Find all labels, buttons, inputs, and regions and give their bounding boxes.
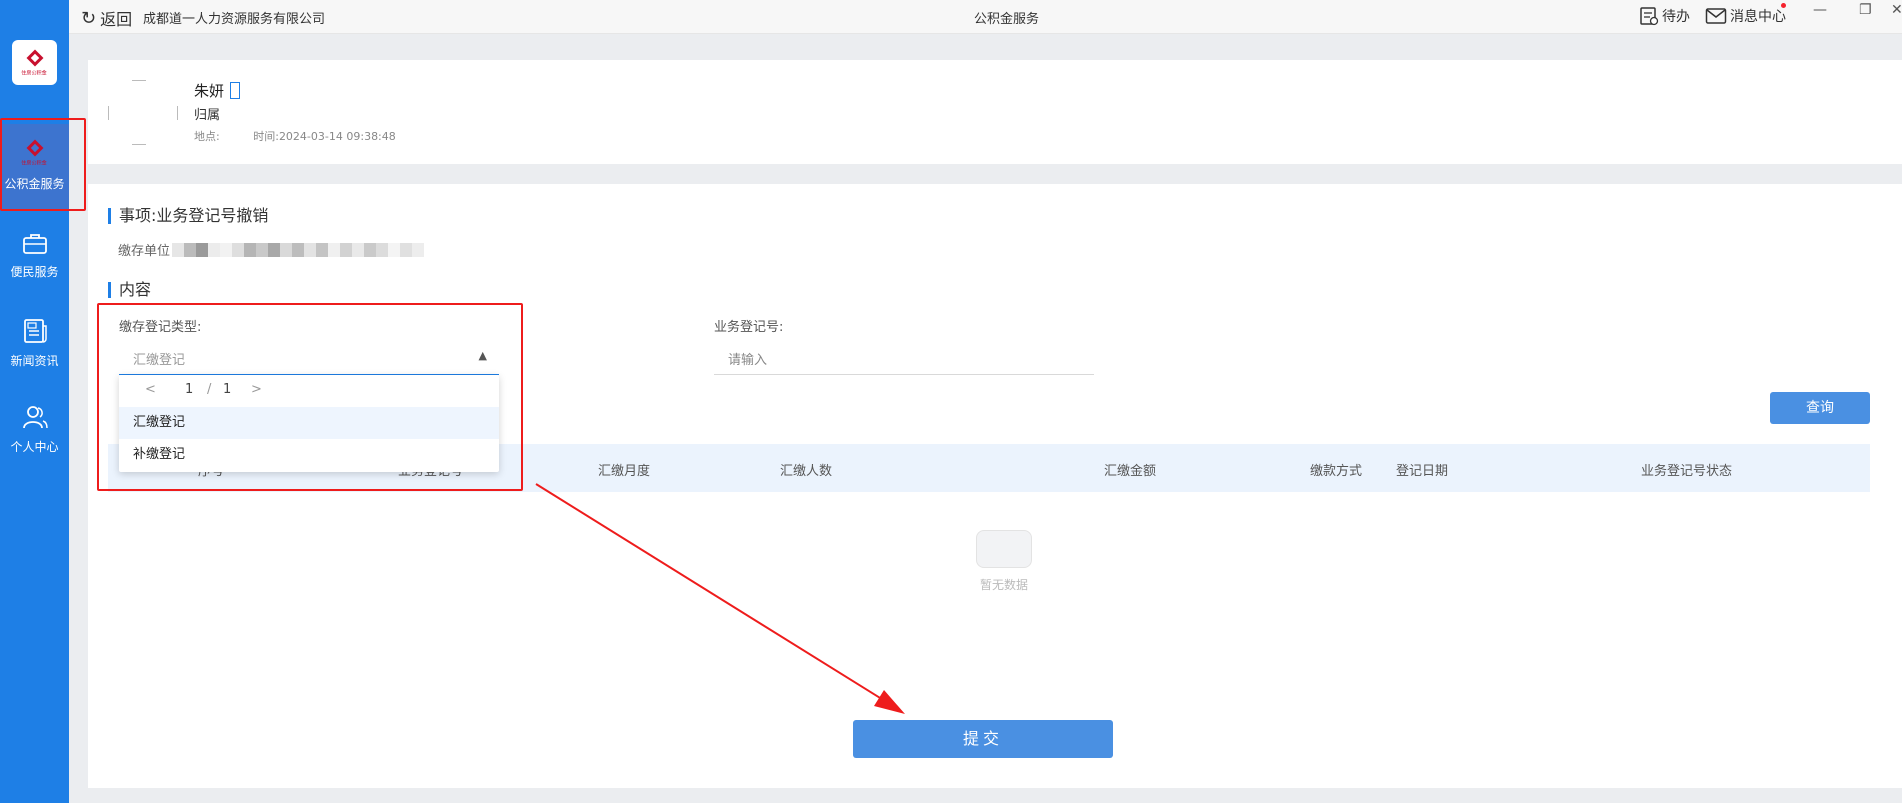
app-logo: 住房公积金 xyxy=(12,40,57,85)
page-separator: / xyxy=(207,382,212,397)
redacted-unit-name xyxy=(172,242,425,257)
registration-type-dropdown: < 1 / 1 > 汇缴登记 补缴登记 xyxy=(119,375,499,472)
profile-card: 朱妍 归属 地点: 时间:2024-03-14 09:38:48 xyxy=(88,60,1902,164)
unit-label: 缴存单位 xyxy=(118,244,171,259)
refresh-icon: ↻ xyxy=(81,7,97,29)
chevron-left-icon[interactable]: < xyxy=(145,382,156,397)
caret-up-icon: ▲ xyxy=(478,349,487,362)
column-header: 汇缴月度 xyxy=(598,464,651,479)
time-value: 2024-03-14 09:38:48 xyxy=(278,130,396,143)
option-normal-registration[interactable]: 汇缴登记 xyxy=(119,407,499,439)
location-label: 地点: xyxy=(194,130,220,143)
logo-diamond-icon xyxy=(26,49,43,67)
user-tag-icon xyxy=(230,82,241,99)
column-header: 登记日期 xyxy=(1396,464,1449,479)
registration-type-select[interactable]: 汇缴登记 ▲ xyxy=(119,341,499,375)
query-button[interactable]: 查询 xyxy=(1770,392,1870,424)
back-button[interactable]: ↻ 返回 xyxy=(81,6,132,30)
content-title: 内容 xyxy=(108,282,151,298)
empty-state: 暂无数据 xyxy=(964,530,1044,593)
user-belong: 归属 xyxy=(194,108,221,123)
column-header: 缴款方式 xyxy=(1310,464,1363,479)
column-header: 汇缴人数 xyxy=(780,464,833,479)
submit-button[interactable]: 提交 xyxy=(853,720,1113,758)
restore-icon[interactable]: ❐ xyxy=(1859,2,1872,18)
column-header: 业务登记号状态 xyxy=(1641,464,1733,479)
dropdown-pager: < 1 / 1 > xyxy=(119,375,499,407)
registration-number-input[interactable]: 请输入 xyxy=(714,341,1094,375)
close-icon[interactable]: ✕ xyxy=(1891,2,1902,18)
page-total: 1 xyxy=(223,382,232,397)
page-current: 1 xyxy=(185,382,194,397)
back-label: 返回 xyxy=(100,10,133,29)
empty-inbox-icon xyxy=(976,530,1032,568)
sidebar-item-label: 便民服务 xyxy=(10,264,59,279)
matter-title: 事项:业务登记号撤销 xyxy=(108,208,268,224)
input-placeholder: 请输入 xyxy=(728,353,768,368)
column-header: 汇缴金额 xyxy=(1104,464,1157,479)
window-title: 公积金服务 xyxy=(974,12,1040,27)
notification-dot xyxy=(1781,3,1786,8)
minimize-icon[interactable]: — xyxy=(1813,2,1827,18)
sidebar-item-label: 个人中心 xyxy=(10,439,59,454)
sidebar-item-personal[interactable]: 个人中心 xyxy=(0,386,69,472)
chevron-right-icon[interactable]: > xyxy=(251,382,262,397)
user-name: 朱妍 xyxy=(194,82,225,100)
news-icon xyxy=(23,318,47,343)
annotation-highlight-box xyxy=(0,118,86,211)
todo-label: 待办 xyxy=(1662,9,1690,25)
message-center-button[interactable]: 消息中心 xyxy=(1705,6,1786,26)
message-center-label: 消息中心 xyxy=(1730,9,1786,25)
main-card: 事项:业务登记号撤销 缴存单位 内容 缴存登记类型: 汇缴登记 ▲ < 1 / … xyxy=(88,184,1902,788)
user-icon xyxy=(22,405,48,428)
sidebar-item-label: 新闻资讯 xyxy=(10,353,59,368)
user-name-row: 朱妍 xyxy=(194,80,241,101)
empty-text: 暂无数据 xyxy=(979,578,1028,592)
mail-icon xyxy=(1705,8,1727,24)
select-value: 汇缴登记 xyxy=(133,353,186,368)
regno-label: 业务登记号: xyxy=(714,320,784,335)
user-meta: 地点: 时间:2024-03-14 09:38:48 xyxy=(194,128,396,144)
sidebar-item-convenience[interactable]: 便民服务 xyxy=(0,212,69,298)
briefcase-icon xyxy=(22,233,47,254)
title-bar: ↻ 返回 成都道一人力资源服务有限公司 公积金服务 待办 消息中心 — ❐ ✕ xyxy=(69,0,1902,34)
todo-icon xyxy=(1640,7,1659,26)
company-name: 成都道一人力资源服务有限公司 xyxy=(143,12,326,27)
avatar xyxy=(108,80,178,145)
todo-button[interactable]: 待办 xyxy=(1639,6,1690,26)
unit-row: 缴存单位 xyxy=(118,240,425,259)
type-label: 缴存登记类型: xyxy=(119,320,202,335)
time-label: 时间: xyxy=(253,130,279,143)
option-supplement-registration[interactable]: 补缴登记 xyxy=(119,439,499,471)
sidebar-item-news[interactable]: 新闻资讯 xyxy=(0,300,69,386)
logo-text: 住房公积金 xyxy=(21,70,48,77)
